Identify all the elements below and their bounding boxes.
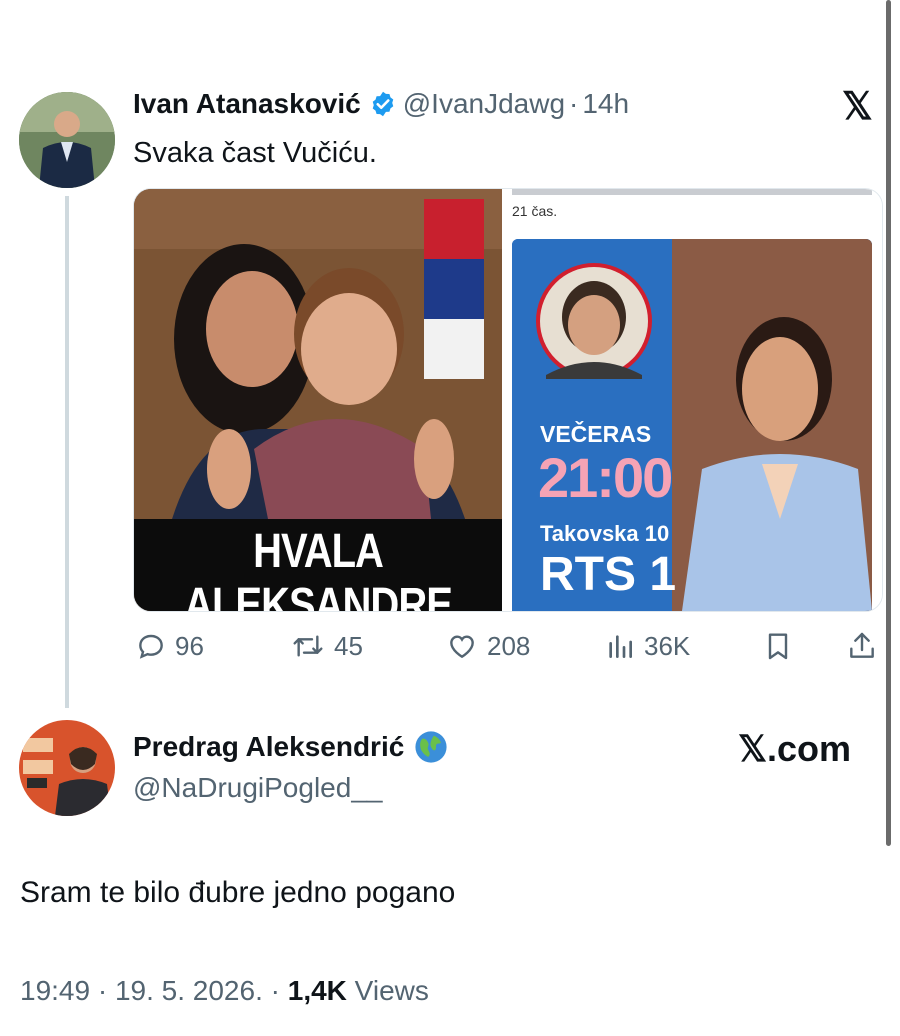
x-com-link[interactable]: 𝕏.com [738, 728, 851, 770]
reply-author-handle[interactable]: @NaDrugiPogled__ [133, 772, 382, 804]
globe-icon [415, 731, 447, 763]
rts-promo-card: VEČERAS 21:00 Takovska 10 RTS 1 [512, 239, 872, 611]
reply-count: 96 [175, 630, 204, 661]
tweet-text: Svaka čast Vučiću. [133, 137, 377, 169]
reply-icon [139, 634, 163, 659]
views-chart-icon [609, 635, 632, 658]
reply-timestamp[interactable]: 19:49 · 19. 5. 2026. · [20, 975, 288, 1006]
media-left-caption: HVALA ALEKSANDRE [184, 525, 453, 611]
bookmark-button[interactable] [762, 630, 794, 662]
views-button[interactable]: 36K [604, 630, 690, 662]
author-avatar[interactable] [19, 92, 115, 188]
scrollbar[interactable] [886, 0, 891, 846]
reply-text: Sram te bilo đubre jedno pogano [20, 876, 456, 909]
time-label: 21:00 [538, 446, 673, 509]
share-button[interactable] [846, 630, 878, 662]
vecer-label: VEČERAS [540, 421, 652, 447]
separator: · [569, 88, 579, 119]
retweet-count: 45 [334, 630, 363, 661]
retweet-icon [293, 635, 323, 657]
media-left-photo: HVALA ALEKSANDRE [134, 189, 502, 611]
reply-views-label: Views [346, 975, 429, 1006]
channel-label: RTS 1 [540, 548, 677, 601]
reply-author-name[interactable]: Predrag Aleksendrić [133, 731, 404, 763]
reply-button[interactable]: 96 [135, 630, 204, 662]
media-right-top-text: 21 čas. [512, 203, 558, 219]
views-count: 36K [644, 630, 691, 661]
author-name[interactable]: Ivan Atanasković [133, 88, 361, 120]
like-count: 208 [487, 630, 531, 661]
share-icon [850, 632, 874, 658]
tweet-media[interactable]: HVALA ALEKSANDRE 21 čas. VEČERAS 21:00 T… [133, 188, 883, 612]
verified-badge-icon [372, 91, 394, 117]
tweet-time[interactable]: 14h [582, 88, 629, 120]
bookmark-icon [768, 633, 788, 660]
x-logo-icon[interactable]: 𝕏 [842, 84, 873, 129]
heart-icon [450, 635, 474, 659]
address-label: Takovska 10 [540, 521, 670, 546]
thread-line [65, 196, 69, 708]
reply-author-avatar[interactable] [19, 720, 115, 816]
retweet-button[interactable]: 45 [290, 630, 363, 662]
author-handle[interactable]: @IvanJdawg [403, 88, 565, 120]
reply-views-count: 1,4K [287, 975, 347, 1006]
media-right-panel: 21 čas. VEČERAS 21:00 Takovska 10 RTS 1 [502, 189, 882, 611]
like-button[interactable]: 208 [445, 630, 530, 662]
